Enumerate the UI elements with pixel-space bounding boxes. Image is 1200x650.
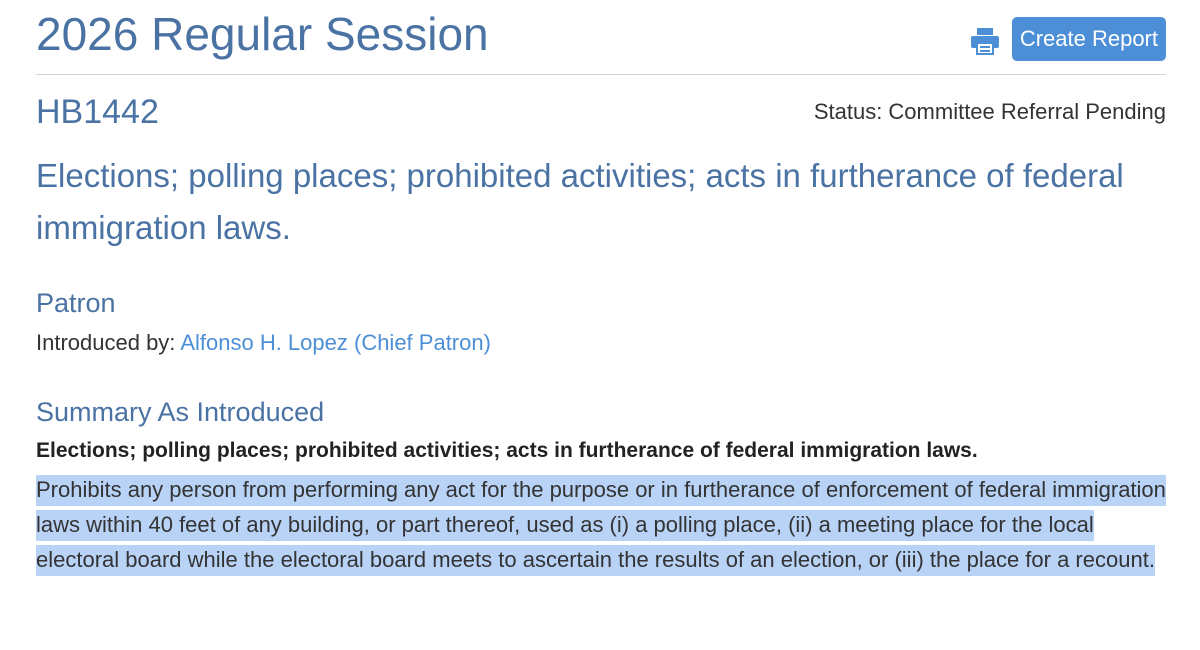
session-title: 2026 Regular Session: [36, 8, 489, 60]
bill-caption: Elections; polling places; prohibited ac…: [36, 157, 1124, 246]
create-report-button[interactable]: Create Report: [1011, 17, 1166, 61]
bill-number: HB1442: [36, 93, 159, 131]
chief-patron-link[interactable]: Alfonso H. Lopez (Chief Patron): [180, 330, 491, 355]
summary-body-text: Prohibits any person from performing any…: [36, 475, 1166, 576]
bill-status: Status: Committee Referral Pending: [813, 99, 1166, 124]
summary-body[interactable]: Prohibits any person from performing any…: [36, 472, 1171, 577]
header-divider: [36, 74, 1166, 75]
patron-heading: Patron: [36, 288, 116, 318]
printer-icon[interactable]: [970, 27, 1000, 55]
header-actions: Create Report: [970, 17, 1166, 61]
summary-heading: Summary As Introduced: [36, 397, 325, 427]
introduced-by-line: Introduced by: Alfonso H. Lopez (Chief P…: [36, 327, 491, 359]
introduced-by-label: Introduced by:: [36, 330, 181, 355]
summary-title: Elections; polling places; prohibited ac…: [36, 439, 978, 462]
